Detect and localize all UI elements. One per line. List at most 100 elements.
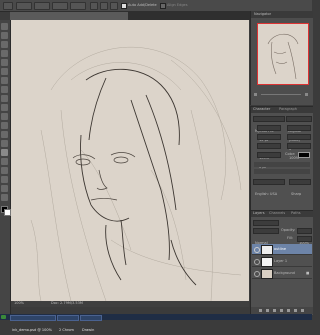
- layer-row-outline[interactable]: outline: [252, 244, 312, 255]
- dodge-tool-icon[interactable]: [1, 140, 8, 147]
- taskbar-label: 2 Chrom: [59, 328, 74, 332]
- opentype-buttons[interactable]: [254, 169, 310, 174]
- tab-character[interactable]: Character: [253, 107, 270, 112]
- blur-tool-icon[interactable]: [1, 131, 8, 138]
- tab-ink-demo[interactable]: ink_demo.psd @ 100% (outline, RGB/8): [10, 12, 128, 30]
- visibility-eye-icon[interactable]: [254, 259, 260, 265]
- eyedropper-tool-icon[interactable]: [1, 68, 8, 75]
- brush-tool-icon[interactable]: [1, 86, 8, 93]
- sketch-artwork: [11, 20, 249, 301]
- align-edges-label: Align Edges: [167, 3, 188, 7]
- taskbar-label: Drawin: [82, 328, 95, 332]
- history-brush-tool-icon[interactable]: [1, 104, 8, 111]
- new-group-icon[interactable]: [287, 309, 290, 312]
- marquee-tool-icon[interactable]: [1, 32, 8, 39]
- path-operations-button[interactable]: [90, 2, 98, 10]
- add-mask-icon[interactable]: [273, 309, 276, 312]
- zoom-tool-icon[interactable]: [1, 194, 8, 201]
- background-color-swatch[interactable]: [4, 209, 11, 216]
- lock-icon: ■: [306, 271, 310, 275]
- horizontal-scale-field[interactable]: 100%: [287, 143, 311, 160]
- character-panel-header: Character Paragraph: [251, 107, 313, 113]
- layer-name[interactable]: Layer 1: [274, 259, 287, 264]
- hand-tool-icon[interactable]: [1, 185, 8, 192]
- delete-layer-icon[interactable]: [301, 309, 304, 312]
- path-mode-dropdown[interactable]: [16, 2, 32, 10]
- zoom-level[interactable]: 100%: [14, 301, 24, 306]
- tab-paths[interactable]: Paths: [291, 211, 301, 216]
- quick-select-tool-icon[interactable]: [1, 50, 8, 57]
- kerning-field[interactable]: [257, 134, 281, 140]
- document-size: Doc: 2.79M/3.53M: [51, 301, 83, 305]
- language-dropdown[interactable]: English: USA: [253, 179, 285, 196]
- zoom-in-icon[interactable]: [305, 93, 308, 96]
- tab-demo-02[interactable]: demo-02.jpg @ 33.3% (Layer 1, RGB/8): [130, 12, 246, 30]
- layer-name[interactable]: Background: [274, 271, 295, 276]
- align-edges-checkbox[interactable]: [160, 3, 166, 9]
- font-family-dropdown[interactable]: Myriad Pro: [253, 116, 285, 133]
- visibility-eye-icon[interactable]: [254, 247, 260, 253]
- layers-footer: [251, 307, 313, 314]
- move-tool-icon[interactable]: [1, 23, 8, 30]
- gradient-tool-icon[interactable]: [1, 122, 8, 129]
- make-selection-button[interactable]: [34, 2, 50, 10]
- eraser-tool-icon[interactable]: [1, 113, 8, 120]
- baseline-shift-field[interactable]: 0 pt: [257, 152, 281, 169]
- anti-alias-dropdown[interactable]: Sharp: [289, 179, 311, 196]
- visibility-eye-icon[interactable]: [254, 271, 260, 277]
- layer-row-layer-1[interactable]: Layer 1: [252, 256, 312, 267]
- vertical-scale-field[interactable]: 100%: [257, 143, 281, 160]
- taskbar-item-drawing[interactable]: Drawin: [80, 315, 102, 332]
- opacity-label: Opacity:: [281, 228, 296, 232]
- fill-label: Fill:: [287, 236, 293, 240]
- shape-tool-icon[interactable]: [1, 176, 8, 183]
- crop-tool-icon[interactable]: [1, 59, 8, 66]
- start-button-icon[interactable]: [1, 315, 6, 319]
- path-select-tool-icon[interactable]: [1, 167, 8, 174]
- opacity-field[interactable]: 100%: [297, 228, 312, 245]
- shape-button[interactable]: [70, 2, 86, 10]
- adjustment-layer-icon[interactable]: [280, 309, 283, 312]
- navigator-panel: Navigator: [250, 11, 313, 105]
- type-tool-icon[interactable]: [1, 158, 8, 165]
- navigator-thumbnail[interactable]: [257, 23, 309, 85]
- taskbar-item-chrome[interactable]: 2 Chrom: [57, 315, 79, 332]
- mask-button[interactable]: [52, 2, 68, 10]
- layer-thumbnail: [261, 269, 273, 279]
- new-layer-icon[interactable]: [294, 309, 297, 312]
- taskbar-item-photoshop[interactable]: ink_demo.psd @ 100%: [10, 315, 56, 332]
- path-alignment-button[interactable]: [100, 2, 108, 10]
- tab-channels[interactable]: Channels: [269, 211, 285, 216]
- text-color-swatch[interactable]: [298, 152, 310, 158]
- os-taskbar: ink_demo.psd @ 100% 2 Chrom Drawin: [0, 314, 312, 332]
- font-size-field[interactable]: 12 pt: [257, 125, 281, 142]
- language-value: English: USA: [255, 192, 278, 196]
- tab-layers[interactable]: Layers: [253, 211, 265, 216]
- link-layers-icon[interactable]: [259, 309, 262, 312]
- font-style-dropdown[interactable]: Regular: [286, 116, 312, 133]
- navigator-header: Navigator: [251, 11, 313, 18]
- text-style-buttons[interactable]: [254, 162, 310, 167]
- fill-field[interactable]: 100%: [297, 236, 312, 253]
- pen-tool-icon[interactable]: [1, 149, 8, 156]
- layer-style-icon[interactable]: [266, 309, 269, 312]
- blend-mode-dropdown[interactable]: Normal: [253, 228, 279, 245]
- document-canvas[interactable]: [11, 20, 249, 301]
- color-label: Color:: [285, 152, 296, 156]
- healing-tool-icon[interactable]: [1, 77, 8, 84]
- navigator-title[interactable]: Navigator: [254, 12, 271, 17]
- auto-add-label: Auto Add/Delete: [128, 3, 157, 7]
- layer-name[interactable]: outline: [274, 247, 286, 252]
- zoom-out-icon[interactable]: [254, 93, 257, 96]
- auto-add-checkbox[interactable]: [121, 3, 127, 9]
- tab-paragraph[interactable]: Paragraph: [279, 107, 297, 112]
- leading-field[interactable]: (Auto): [287, 125, 311, 142]
- pen-tool-preset-button[interactable]: [3, 2, 13, 10]
- layer-filter-dropdown[interactable]: [253, 220, 279, 226]
- tracking-field[interactable]: 0: [287, 134, 311, 151]
- lasso-tool-icon[interactable]: [1, 41, 8, 48]
- clone-stamp-tool-icon[interactable]: [1, 95, 8, 102]
- navigator-zoom-slider[interactable]: [261, 94, 301, 95]
- path-arrangement-button[interactable]: [110, 2, 118, 10]
- layer-row-background[interactable]: Background ■: [252, 268, 312, 279]
